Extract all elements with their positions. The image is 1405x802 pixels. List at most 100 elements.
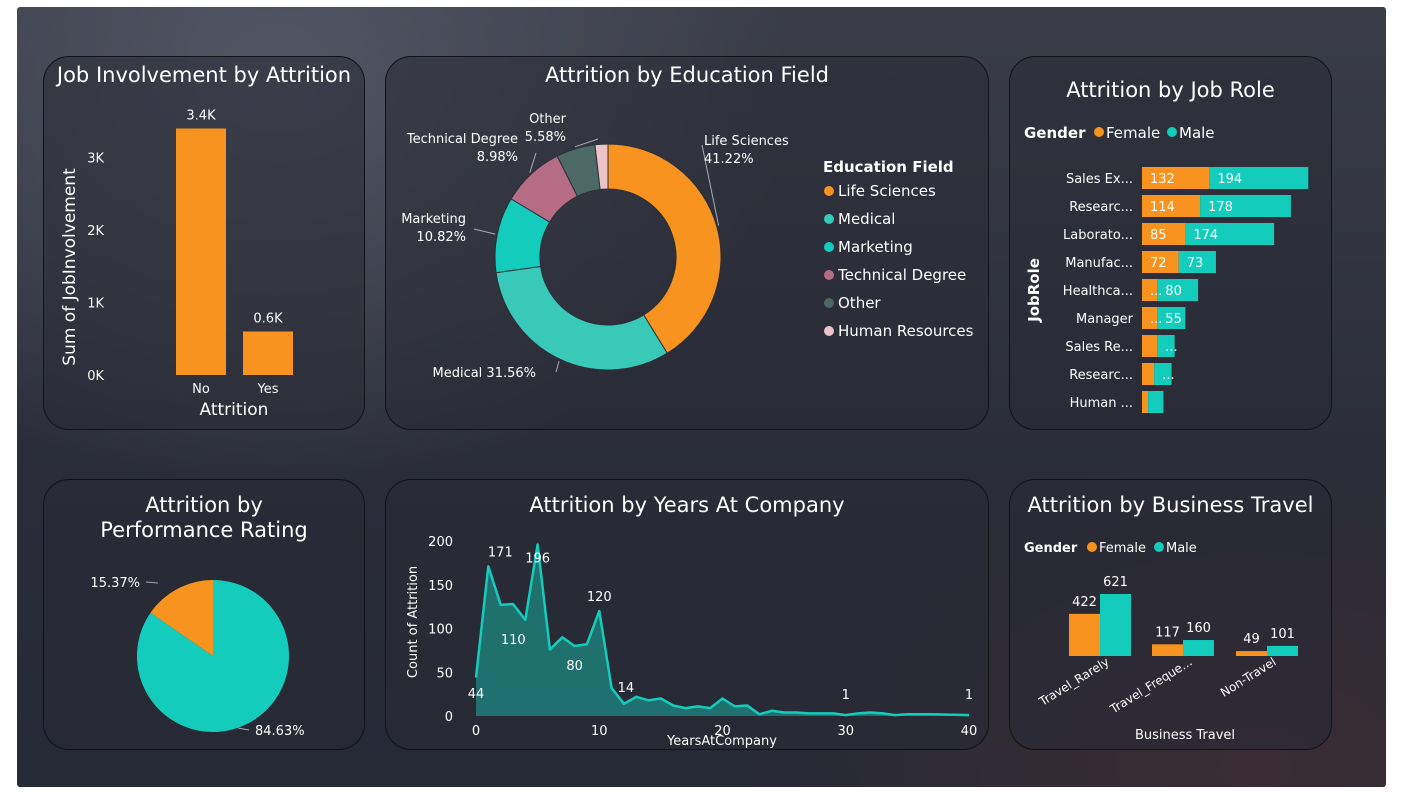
bar-value-label: 114 xyxy=(1150,200,1175,215)
data-label-name: Life Sciences xyxy=(704,134,789,149)
category-label: Healthca... xyxy=(1063,284,1133,299)
years-chart: 0501001502000 10 20 30 40441711101968012014 1… xyxy=(406,535,977,749)
bar-value-label: 178 xyxy=(1208,200,1233,215)
bar-female xyxy=(1069,613,1100,656)
x-axis-title: YearsAtCompany xyxy=(666,734,777,749)
data-label-name: Technical Degree xyxy=(406,132,518,147)
y-axis-title: Count of Attrition xyxy=(406,566,421,678)
legend-item: Technical Degree xyxy=(837,266,966,284)
performance-chart: 84.63% 15.37% xyxy=(90,576,304,739)
x-tick-label: Non-Travel xyxy=(1218,655,1279,700)
bar-female xyxy=(1142,391,1149,413)
bar-male xyxy=(1100,594,1131,656)
bar-value-label: 55 xyxy=(1165,312,1182,327)
point-label: 1 xyxy=(965,688,973,703)
bar-value-label: 3.4K xyxy=(186,109,216,124)
leader-line xyxy=(237,727,250,731)
bar-value-label: ... xyxy=(1165,340,1177,355)
legend-marker-male xyxy=(1154,542,1164,552)
bar-value-label: 85 xyxy=(1150,228,1167,243)
legend-marker xyxy=(824,326,834,336)
y-tick-label: 0 xyxy=(445,710,453,725)
legend-title: Education Field xyxy=(823,158,954,176)
legend-marker xyxy=(824,242,834,252)
y-tick-label: 50 xyxy=(436,666,453,681)
area-fill xyxy=(476,544,969,716)
bar-value-label: 49 xyxy=(1243,632,1260,647)
x-tick-label: Travel_Rarely xyxy=(1036,655,1112,710)
point-label: 14 xyxy=(618,681,635,696)
education-chart: Life Sciences 41.22% Medical 31.56% Marketi… xyxy=(401,112,974,381)
bar-male xyxy=(1183,640,1214,656)
bar-value-label: 132 xyxy=(1150,172,1175,187)
x-tick-label: Travel_Freque... xyxy=(1107,655,1195,717)
leader-line xyxy=(555,360,560,373)
point-label: 110 xyxy=(501,633,526,648)
data-label-name: Other xyxy=(529,112,567,127)
legend-marker-female xyxy=(1094,127,1104,137)
bar-female xyxy=(1142,335,1158,357)
point-label: 196 xyxy=(525,552,550,567)
y-axis-title: JobRole xyxy=(1025,258,1043,323)
bar-value-label: 72 xyxy=(1150,256,1167,271)
bar-value-label: 174 xyxy=(1193,228,1218,243)
y-tick-label: 150 xyxy=(428,579,453,594)
category-label: Sales Ex... xyxy=(1066,172,1133,187)
job-role-chart: Gender Female Male JobRole Sales Ex... 132 194… xyxy=(1024,124,1309,413)
y-tick-label: 100 xyxy=(428,623,453,638)
y-tick-label: 0K xyxy=(87,369,104,384)
data-label-pct: 8.98% xyxy=(477,150,518,165)
y-axis-title: Sum of JobInvolvement xyxy=(60,168,80,366)
bar-female xyxy=(1152,644,1183,656)
legend-item: Male xyxy=(1179,124,1215,142)
bar-value-label: ... xyxy=(1150,284,1162,299)
data-label-pct: 10.82% xyxy=(416,230,466,245)
bar-male xyxy=(1267,645,1298,656)
legend-item: Male xyxy=(1166,541,1197,556)
legend-item: Female xyxy=(1106,124,1160,142)
category-label: Manufac... xyxy=(1065,256,1133,271)
bar-value-label: 0.6K xyxy=(253,312,283,327)
years-card: Attrition by Years At Company 0 50 100 150 2… xyxy=(385,479,989,750)
bar-value-label: ... xyxy=(1162,368,1174,383)
bar-value-label: ... xyxy=(1150,312,1162,327)
bar-no xyxy=(176,128,226,375)
bar-yes xyxy=(243,331,293,375)
legend-marker xyxy=(824,186,834,196)
legend-item: Female xyxy=(1099,541,1146,556)
y-tick-label: 2K xyxy=(87,224,104,239)
y-tick-label: 200 xyxy=(428,535,453,550)
legend-item: Marketing xyxy=(838,238,913,256)
category-label: Laborato... xyxy=(1063,228,1133,243)
legend-marker xyxy=(824,214,834,224)
legend-marker xyxy=(824,298,834,308)
bar-value-label: 101 xyxy=(1270,627,1295,642)
legend-item: Life Sciences xyxy=(838,182,936,200)
category-label: Researc... xyxy=(1069,200,1133,215)
x-axis-title: Business Travel xyxy=(1135,728,1235,743)
legend-title: Gender xyxy=(1024,124,1086,142)
leader-line xyxy=(145,581,159,584)
job-role-card: Attrition by Job Role Gender Female Male Jo… xyxy=(1009,56,1332,430)
legend-item: Medical xyxy=(838,210,895,228)
bar-value-label: 422 xyxy=(1072,595,1097,610)
data-label-pct: 41.22% xyxy=(704,152,754,167)
point-label: 171 xyxy=(488,545,513,560)
travel-card: Attrition by Business Travel Gender Femal… xyxy=(1009,479,1332,750)
legend-marker-female xyxy=(1087,542,1097,552)
job-involvement-card: Job Involvement by Attrition 0K 1K 2K 3K 3.4… xyxy=(43,56,365,430)
bar-value-label: 621 xyxy=(1103,575,1128,590)
category-label: Human ... xyxy=(1070,396,1133,411)
x-tick-label: 0 xyxy=(472,724,480,739)
category-label: Manager xyxy=(1076,312,1134,327)
legend-item: Other xyxy=(838,294,881,312)
bar-value-label: 160 xyxy=(1186,621,1211,636)
x-tick-label: 10 xyxy=(591,724,608,739)
performance-card: Attrition by Performance Rating 84.63% 15… xyxy=(43,479,365,750)
data-label-name: Marketing xyxy=(401,212,466,227)
x-axis-title: Attrition xyxy=(200,400,269,420)
legend-title: Gender xyxy=(1024,541,1078,556)
legend-item: Human Resources xyxy=(838,322,974,340)
slice-life-sciences xyxy=(607,143,722,354)
point-label: 1 xyxy=(842,688,850,703)
